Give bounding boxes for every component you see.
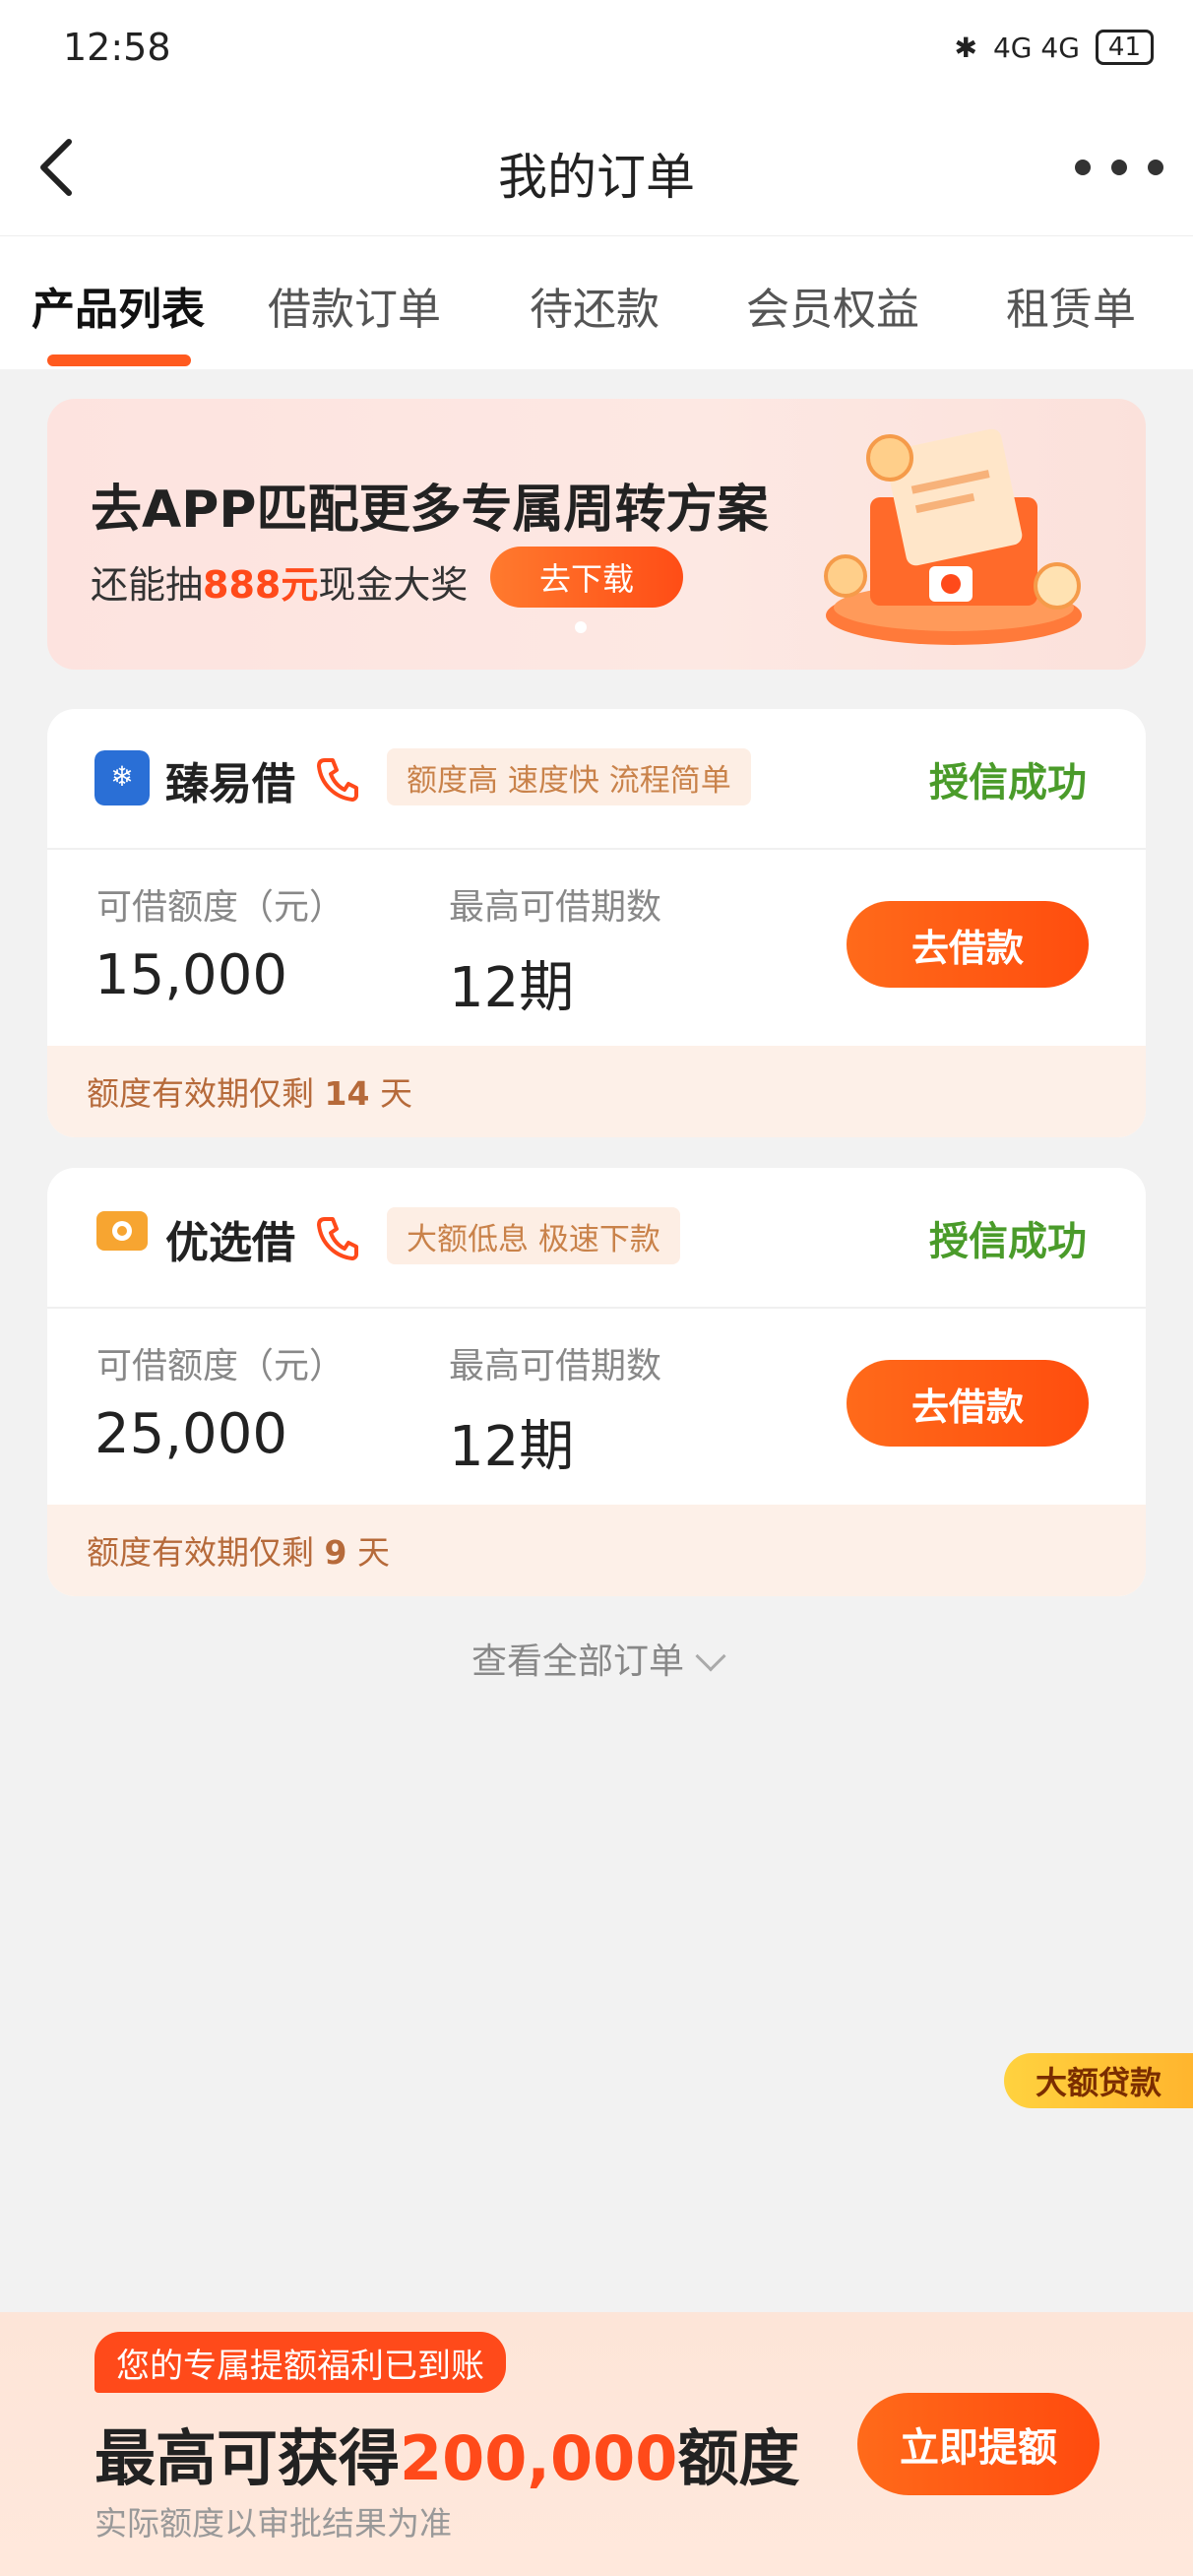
bottom-promo-bar: 您的专属提额福利已到账 最高可获得200,000额度 实际额度以审批结果为准 立… (0, 2312, 1193, 2576)
banner-title: 去APP匹配更多专属周转方案 (91, 481, 769, 540)
approval-note: 实际额度以审批结果为准 (94, 2504, 452, 2543)
battery-icon: 41 (1095, 30, 1154, 65)
product-card[interactable]: 优选借 大额低息 极速下款 授信成功 可借额度（元） 25,000 最高可借期数… (47, 1168, 1146, 1596)
status-icons: ✱ 4G 4G 41 (954, 30, 1154, 65)
limit-label: 可借额度（元） (96, 887, 345, 928)
tab-product-list[interactable]: 产品列表 (31, 274, 205, 337)
periods-value: 12期 (449, 956, 575, 1020)
expiry-note: 额度有效期仅剩 9 天 (87, 1533, 390, 1572)
svg-text:❄: ❄ (110, 760, 133, 793)
tab-bar: 产品列表 借款订单 待还款 会员权益 租赁单 (0, 236, 1193, 369)
big-loan-float-button[interactable]: 大额贷款 (1004, 2053, 1193, 2108)
phone-icon[interactable] (315, 754, 358, 802)
page-title: 我的订单 (498, 149, 695, 206)
product-card[interactable]: ❄ 臻易借 额度高 速度快 流程简单 授信成功 可借额度（元） 15,000 最… (47, 709, 1146, 1137)
download-button[interactable]: 去下载 (490, 547, 683, 608)
tab-loan-orders[interactable]: 借款订单 (268, 274, 441, 337)
periods-value: 12期 (449, 1415, 575, 1479)
product-tag: 大额低息 极速下款 (387, 1207, 680, 1264)
limit-value: 25,000 (94, 1402, 287, 1466)
youxuanjie-logo-icon (94, 1209, 150, 1264)
limit-value: 15,000 (94, 943, 287, 1007)
product-name: 臻易借 (165, 759, 295, 809)
chevron-down-icon (695, 1641, 726, 1672)
periods-label: 最高可借期数 (449, 887, 662, 928)
tab-pending-repayment[interactable]: 待还款 (530, 274, 659, 337)
zhenyijie-logo-icon: ❄ (94, 750, 150, 805)
product-tag: 额度高 速度快 流程简单 (387, 748, 751, 805)
navbar: 我的订单 (0, 98, 1193, 236)
credit-status: 授信成功 (929, 760, 1087, 805)
borrow-button[interactable]: 去借款 (847, 1360, 1089, 1447)
divider (47, 848, 1146, 850)
borrow-button[interactable]: 去借款 (847, 901, 1089, 988)
status-time: 12:58 (63, 26, 171, 69)
benefit-badge: 您的专属提额福利已到账 (94, 2332, 506, 2393)
status-bar: 12:58 ✱ 4G 4G 41 (0, 0, 1193, 98)
card-footer: 额度有效期仅剩 14 天 (47, 1046, 1146, 1137)
banner-page-indicator (575, 621, 587, 633)
banner-subtitle: 还能抽888元现金大奖 (91, 563, 469, 607)
periods-label: 最高可借期数 (449, 1346, 662, 1386)
bluetooth-icon: ✱ (954, 31, 977, 64)
tab-member-benefits[interactable]: 会员权益 (746, 274, 919, 337)
card-footer: 额度有效期仅剩 9 天 (47, 1505, 1146, 1596)
raise-limit-button[interactable]: 立即提额 (857, 2393, 1099, 2495)
promo-banner[interactable]: 去APP匹配更多专属周转方案 还能抽888元现金大奖 去下载 (47, 399, 1146, 670)
active-tab-indicator (47, 354, 191, 366)
gift-box-illustration (824, 428, 1082, 645)
more-icon[interactable] (1075, 138, 1163, 197)
phone-icon[interactable] (315, 1213, 358, 1260)
product-name: 优选借 (165, 1218, 295, 1268)
tab-lease-orders[interactable]: 租赁单 (1006, 274, 1136, 337)
max-credit-headline: 最高可获得200,000额度 (94, 2422, 800, 2494)
limit-label: 可借额度（元） (96, 1346, 345, 1386)
credit-status: 授信成功 (929, 1219, 1087, 1264)
divider (47, 1307, 1146, 1309)
expiry-note: 额度有效期仅剩 14 天 (87, 1074, 412, 1113)
view-all-orders-link[interactable]: 查看全部订单 (0, 1633, 1193, 1684)
signal-icon: 4G 4G (992, 31, 1080, 64)
